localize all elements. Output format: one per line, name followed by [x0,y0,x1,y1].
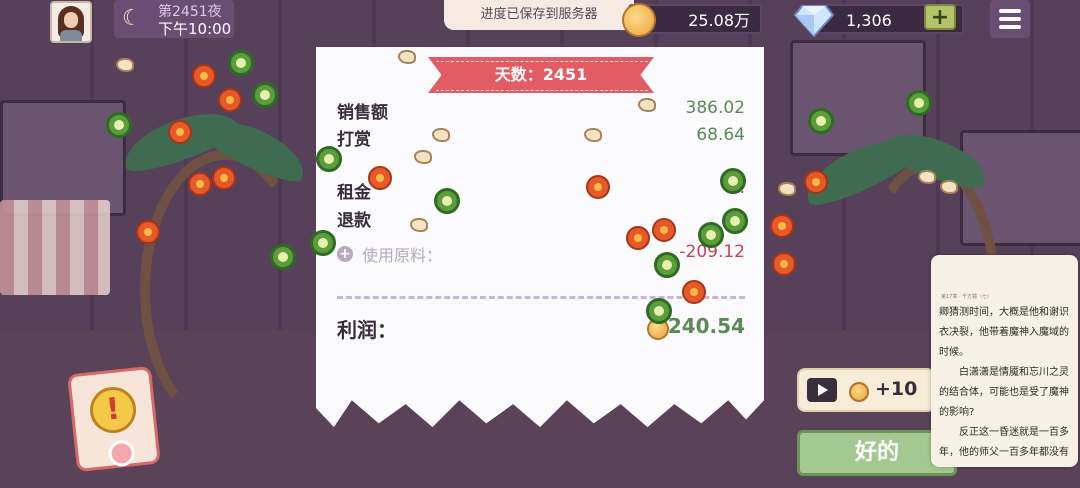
nut-piece [410,218,428,232]
tomato-slice [368,166,392,190]
tomato-slice [168,120,192,144]
plus-icon[interactable]: + [337,246,353,262]
chapter-header: 第17章 · 千方镜（七） [941,294,993,300]
coin-icon [622,3,656,37]
coin-icon [849,382,869,402]
pepper-slice [316,146,342,172]
day-banner: 天数：2451 [428,57,654,93]
clock-time: 下午10:00 [158,20,232,38]
tips-value: 68.64 [696,125,745,145]
reader-paragraph: 反正这一昏迷就是一百多年，他的师父一百多年都没有 [939,427,1069,458]
reader-paragraph: 白潇潇是情魇和忘川之灵的结合体，可能也是受了魔神的影响? [939,367,1069,418]
materials-label[interactable]: 使用原料： [362,242,442,266]
nut-piece [778,182,796,196]
tomato-slice [212,166,236,190]
alert-icon: ! [104,391,122,428]
nut-piece [414,150,432,164]
save-toast: 进度已保存到服务器 [444,0,634,30]
nut-piece [918,170,936,184]
pepper-slice [106,112,132,138]
tomato-slice [682,280,706,304]
gem-icon [794,5,834,38]
pepper-slice [720,168,746,194]
pepper-slice [270,244,296,270]
play-icon [807,378,837,402]
reader-text: 卿猜测时间，大概是他和谢识衣决裂，他带着魔神入魔域的时候。 白潇潇是情魇和忘川之… [939,303,1072,463]
day-banner-text: 天数：2451 [494,65,588,84]
pepper-slice [252,82,278,108]
pepper-slice [228,50,254,76]
pepper-slice [722,208,748,234]
nut-piece [584,128,602,142]
day-time-panel: ☾ 第2451夜 下午10:00 [114,0,234,38]
video-reward-amount: +10 [875,378,918,400]
sales-label: 销售额 [337,103,388,123]
sales-value: 386.02 [685,98,745,118]
nut-piece [940,180,958,194]
tips-label: 打赏 [337,130,371,150]
tomato-slice [772,252,796,276]
player-avatar[interactable] [50,1,92,43]
pepper-slice [310,230,336,256]
menu-icon[interactable] [990,0,1030,38]
pepper-slice [434,188,460,214]
pepper-slice [808,108,834,134]
nut-piece [398,50,416,64]
tomato-slice [188,172,212,196]
pepper-slice [906,90,932,116]
profit-label: 利润： [337,318,397,342]
tomato-slice [804,170,828,194]
tomato-slice [770,214,794,238]
palm-trunk [140,150,310,430]
buy-gems-button[interactable]: + [924,4,956,30]
refund-label: 退款 [337,211,371,231]
tomato-slice [626,226,650,250]
pepper-slice [698,222,724,248]
rent-label: 租金 [337,183,371,203]
reader-paragraph: 卿猜测时间，大概是他和谢识衣决裂，他带着魔神入魔域的时候。 [939,307,1069,358]
nut-piece [638,98,656,112]
novel-reader-overlay[interactable]: 第17章 · 千方镜（七） 卿猜测时间，大概是他和谢识衣决裂，他带着魔神入魔域的… [931,255,1078,467]
tomato-slice [652,218,676,242]
watch-video-reward-button[interactable]: +10 [797,368,935,412]
gem-balance: 1,306 [846,11,892,30]
pepper-slice [646,298,672,324]
tomato-slice [586,175,610,199]
tomato-slice [218,88,242,112]
nut-piece [116,58,134,72]
pepper-slice [654,252,680,278]
customer-alert-card[interactable]: ! [67,365,161,473]
nut-piece [432,128,450,142]
tomato-slice [192,64,216,88]
profit-value: 240.54 [667,314,745,338]
alert-dot [107,439,136,468]
moon-icon: ☾ [122,6,142,31]
striped-awning [0,200,110,295]
tomato-slice [136,220,160,244]
